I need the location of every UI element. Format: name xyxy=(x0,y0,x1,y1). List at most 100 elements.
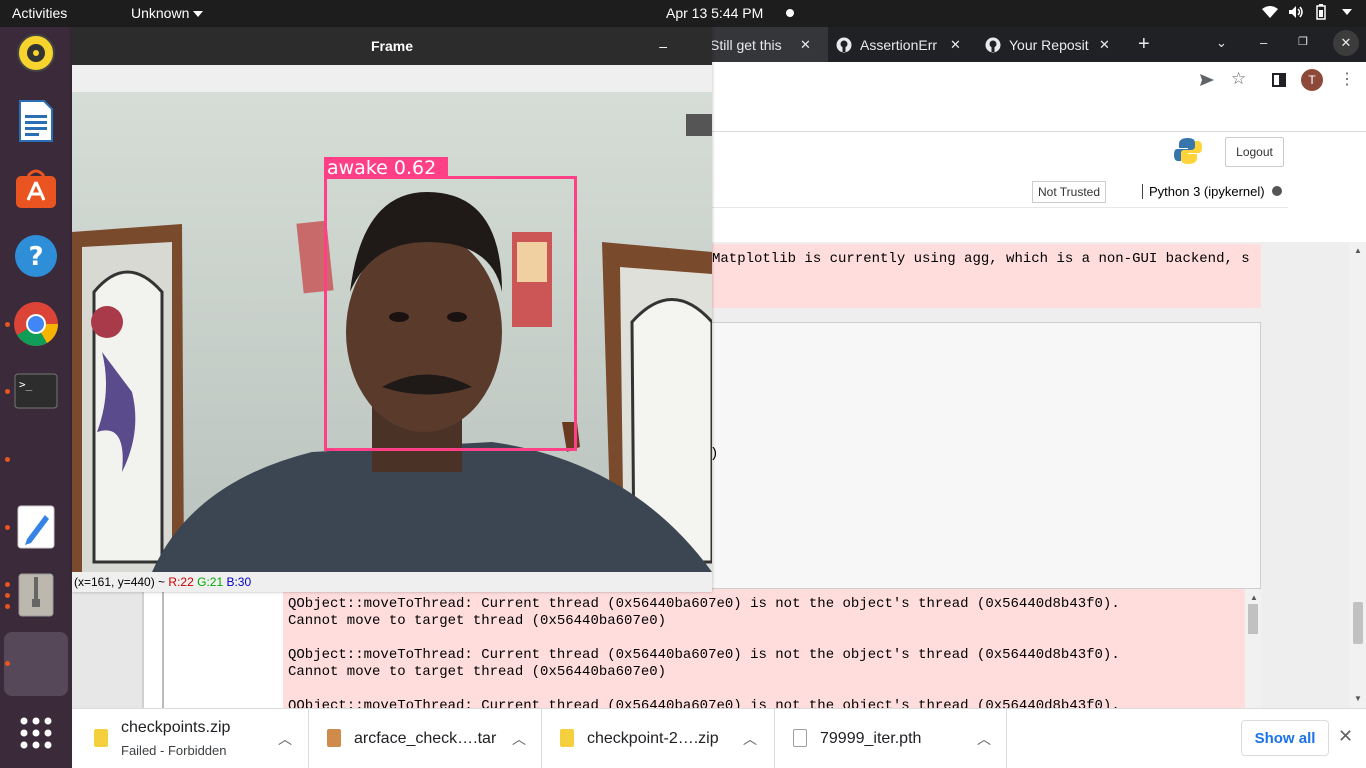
chevron-up-icon[interactable]: ︿ xyxy=(278,729,292,749)
browser-tab[interactable]: Your Reposit ✕ xyxy=(985,27,1125,62)
download-filename: checkpoint-2….zip xyxy=(587,730,719,747)
svg-text:>_: >_ xyxy=(19,378,33,391)
close-icon[interactable]: ✕ xyxy=(800,37,811,53)
webcam-image[interactable]: awake 0.62 xyxy=(72,92,712,572)
code-cell[interactable] xyxy=(712,322,1261,589)
tab-title: Your Reposit xyxy=(1009,36,1089,53)
python-logo-icon xyxy=(1174,138,1202,164)
pixel-coords: (x=161, y=440) ~ xyxy=(74,575,166,589)
minimize-icon[interactable]: – xyxy=(659,27,667,65)
file-icon xyxy=(793,729,807,747)
running-indicator xyxy=(5,457,10,462)
browser-tab[interactable]: AssertionErr ✕ xyxy=(836,27,976,62)
running-indicator xyxy=(5,525,10,530)
chevron-up-icon[interactable]: ︿ xyxy=(512,729,526,749)
svg-text:?: ? xyxy=(28,242,43,272)
logout-button[interactable]: Logout xyxy=(1225,137,1284,167)
download-bar: checkpoints.zip Failed - Forbidden ︿ arc… xyxy=(72,708,1366,768)
scroll-up-arrow-icon[interactable]: ▲ xyxy=(1250,593,1258,602)
close-icon[interactable]: ✕ xyxy=(1338,726,1353,747)
tab-title: Still get this xyxy=(712,36,782,53)
detection-label: awake 0.62 xyxy=(327,157,436,179)
zip-file-icon xyxy=(560,729,574,747)
window-close-icon[interactable]: ✕ xyxy=(1333,30,1359,56)
chevron-down-icon xyxy=(193,11,204,18)
output-collapser[interactable] xyxy=(162,589,164,708)
running-indicator xyxy=(5,322,10,327)
running-indicator xyxy=(5,582,10,587)
writer-icon[interactable] xyxy=(12,97,60,145)
activities-button[interactable]: Activities xyxy=(12,5,67,21)
app-menu[interactable]: Unknown xyxy=(131,5,204,21)
software-center-icon[interactable] xyxy=(12,164,60,212)
pixel-info-bar: (x=161, y=440) ~ R:22 G:21 B:30 xyxy=(72,572,712,592)
clock[interactable]: Apr 13 5:44 PM xyxy=(666,5,763,21)
notification-dot xyxy=(786,9,794,17)
download-filename: 79999_iter.pth xyxy=(820,730,922,747)
webcam-scene: awake 0.62 xyxy=(72,92,712,572)
text-editor-icon[interactable] xyxy=(12,503,60,551)
tab-title: AssertionErr xyxy=(860,36,938,53)
download-filename: arcface_check….tar xyxy=(354,730,497,747)
minimize-icon[interactable]: – xyxy=(1260,35,1267,50)
system-tray[interactable] xyxy=(1262,4,1352,20)
not-trusted-button[interactable]: Not Trusted xyxy=(1032,181,1106,203)
archive-icon[interactable] xyxy=(12,571,60,619)
scroll-down-arrow-icon[interactable]: ▼ xyxy=(1354,694,1362,703)
pixel-green-value: G:21 xyxy=(197,575,224,589)
battery-icon xyxy=(1316,4,1326,20)
chevron-up-icon[interactable]: ︿ xyxy=(977,729,991,749)
frame-toolbar xyxy=(72,65,712,92)
more-menu-icon[interactable]: ⋮ xyxy=(1339,69,1355,89)
tab-search-icon[interactable]: ⌄ xyxy=(1216,35,1227,51)
close-icon[interactable]: ✕ xyxy=(950,37,961,53)
github-icon xyxy=(836,37,852,52)
top-bar: Activities Unknown Apr 13 5:44 PM xyxy=(0,0,1366,27)
rhythmbox-icon[interactable] xyxy=(12,29,60,77)
side-panel-icon[interactable] xyxy=(1272,73,1286,87)
wifi-icon xyxy=(1262,6,1278,18)
maximize-icon[interactable]: ❐ xyxy=(1298,35,1308,48)
download-item[interactable]: checkpoint-2….zip ︿ xyxy=(542,709,775,768)
warning-output: Matplotlib is currently using agg, which… xyxy=(712,244,1261,308)
bookmarks-bar xyxy=(712,98,1366,132)
scroll-up-arrow-icon[interactable]: ▲ xyxy=(1354,246,1362,255)
app-menu-label: Unknown xyxy=(131,5,190,21)
running-indicator xyxy=(5,604,10,609)
page-scrollbar-thumb[interactable] xyxy=(1353,602,1363,644)
frame-window-title: Frame xyxy=(72,27,712,65)
download-item[interactable]: 79999_iter.pth ︿ xyxy=(775,709,1007,768)
output-scrollbar-thumb[interactable] xyxy=(1248,604,1258,634)
show-all-button[interactable]: Show all xyxy=(1241,720,1329,756)
running-indicator xyxy=(5,593,10,598)
help-icon[interactable]: ? xyxy=(12,232,60,280)
new-tab-button[interactable]: + xyxy=(1138,33,1150,56)
active-window-icon[interactable] xyxy=(12,640,60,688)
send-icon[interactable] xyxy=(1199,72,1215,88)
chevron-down-icon xyxy=(1342,9,1352,15)
close-icon[interactable]: ✕ xyxy=(1099,37,1110,53)
kernel-status-indicator xyxy=(1272,186,1282,196)
bookmark-star-icon[interactable]: ☆ xyxy=(1231,69,1246,89)
pixel-red-value: R:22 xyxy=(168,575,194,589)
browser-toolbar: ☆ T ⋮ xyxy=(712,62,1366,98)
app-grid-icon[interactable] xyxy=(12,709,60,757)
notebook-gutter xyxy=(1283,242,1349,708)
running-indicator xyxy=(5,661,10,666)
stderr-output: QObject::moveToThread: Current thread (0… xyxy=(283,589,1245,708)
tar-file-icon xyxy=(327,729,341,747)
frame-window: Frame – awake 0.62 (x=161, y=440) ~ R:22… xyxy=(72,27,712,592)
zip-file-icon xyxy=(94,729,108,747)
kernel-name[interactable]: Python 3 (ipykernel) xyxy=(1142,184,1265,199)
chrome-icon[interactable] xyxy=(12,300,60,348)
browser-tab-strip: Still get this ✕ AssertionErr ✕ Your Rep… xyxy=(712,27,1366,62)
download-item[interactable]: arcface_check….tar ︿ xyxy=(309,709,542,768)
terminal-icon[interactable]: >_ xyxy=(12,367,60,415)
chevron-up-icon[interactable]: ︿ xyxy=(743,729,757,749)
download-status: Failed - Forbidden xyxy=(121,743,227,758)
pixel-blue-value: B:30 xyxy=(226,575,252,589)
download-item[interactable]: checkpoints.zip Failed - Forbidden ︿ xyxy=(72,709,309,768)
browser-tab[interactable]: Still get this ✕ xyxy=(712,27,828,62)
download-filename: checkpoints.zip xyxy=(121,719,231,736)
profile-avatar[interactable]: T xyxy=(1301,69,1323,91)
